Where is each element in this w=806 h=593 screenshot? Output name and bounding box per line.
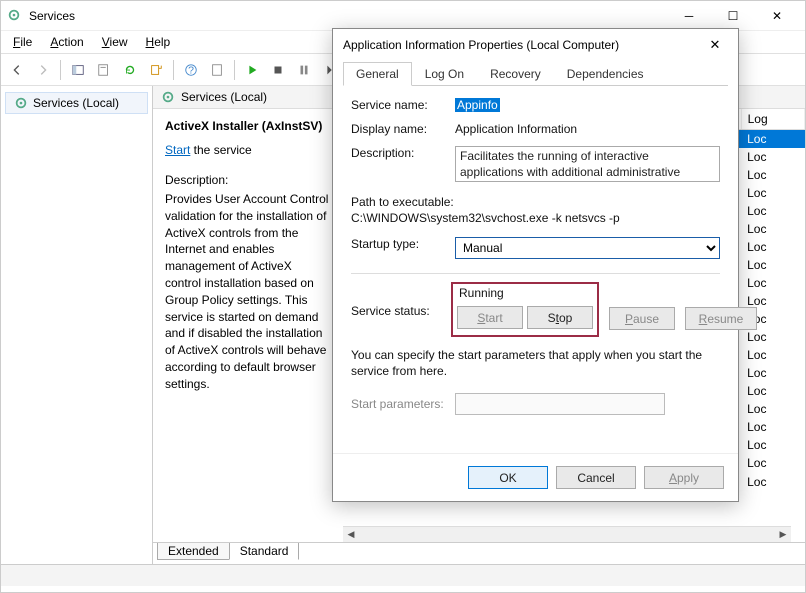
start-params-input <box>455 393 665 415</box>
close-button[interactable]: ✕ <box>755 2 799 30</box>
minimize-button[interactable]: ─ <box>667 2 711 30</box>
description-body: Provides User Account Control validation… <box>165 191 331 393</box>
scroll-right-icon[interactable]: ▶ <box>775 527 791 543</box>
export-button[interactable] <box>144 58 168 82</box>
col-logon[interactable]: Log <box>741 109 804 130</box>
pause-button: Pause <box>609 307 675 330</box>
label-path: Path to executable: <box>351 195 720 209</box>
dialog-titlebar[interactable]: Application Information Properties (Loca… <box>333 29 738 61</box>
tree-item-services-local[interactable]: Services (Local) <box>5 92 148 114</box>
value-service-status: Running <box>457 286 593 300</box>
titlebar[interactable]: Services ─ ☐ ✕ <box>1 1 805 31</box>
forward-button[interactable] <box>31 58 55 82</box>
services-icon <box>7 8 23 24</box>
label-description: Description: <box>351 146 455 160</box>
pane-header-label: Services (Local) <box>181 90 267 104</box>
menu-help[interactable]: Help <box>138 33 179 51</box>
tab-dependencies[interactable]: Dependencies <box>554 62 657 86</box>
help-button[interactable]: ? <box>179 58 203 82</box>
cancel-button[interactable]: Cancel <box>556 466 636 489</box>
dialog-body: Service name: Appinfo Display name: Appl… <box>333 86 738 453</box>
description-panel: ActiveX Installer (AxInstSV) Start the s… <box>153 109 343 542</box>
menu-view[interactable]: View <box>94 33 136 51</box>
left-tree: Services (Local) <box>1 86 153 564</box>
tab-general[interactable]: General <box>343 62 412 86</box>
window-title: Services <box>29 9 667 23</box>
startup-type-select[interactable]: Manual <box>455 237 720 259</box>
label-start-params: Start parameters: <box>351 397 455 411</box>
tab-extended[interactable]: Extended <box>157 543 230 560</box>
bottom-tabs: Extended Standard <box>153 542 805 564</box>
tab-standard[interactable]: Standard <box>229 543 300 560</box>
label-service-status: Service status: <box>351 304 455 318</box>
apply-button: Apply <box>644 466 724 489</box>
dialog-footer: OK Cancel Apply <box>333 453 738 501</box>
label-startup-type: Startup type: <box>351 237 455 251</box>
value-description[interactable]: Facilitates the running of interactive a… <box>455 146 720 182</box>
value-display-name: Application Information <box>455 122 720 136</box>
tab-recovery[interactable]: Recovery <box>477 62 554 86</box>
stop-button[interactable]: Stop <box>527 306 593 329</box>
ok-button[interactable]: OK <box>468 466 548 489</box>
menu-file[interactable]: File <box>5 33 40 51</box>
menu-action[interactable]: Action <box>42 33 91 51</box>
refresh-button[interactable] <box>118 58 142 82</box>
dialog-tabs: General Log On Recovery Dependencies <box>343 61 728 86</box>
start-suffix: the service <box>190 143 251 157</box>
hint-text: You can specify the start parameters tha… <box>351 347 720 379</box>
properties2-button[interactable] <box>205 58 229 82</box>
value-service-name[interactable]: Appinfo <box>455 98 500 112</box>
tab-logon[interactable]: Log On <box>412 62 477 86</box>
show-hide-tree-button[interactable] <box>66 58 90 82</box>
tree-item-label: Services (Local) <box>33 96 119 110</box>
maximize-button[interactable]: ☐ <box>711 2 755 30</box>
pause-service-button[interactable] <box>292 58 316 82</box>
stop-service-button[interactable] <box>266 58 290 82</box>
horizontal-scrollbar[interactable]: ◀ ▶ <box>343 526 791 542</box>
description-label: Description: <box>165 173 331 187</box>
start-button: Start <box>457 306 523 329</box>
selected-service-title: ActiveX Installer (AxInstSV) <box>165 119 331 133</box>
status-highlight-box: Running Start Stop <box>451 282 599 337</box>
value-path: C:\WINDOWS\system32\svchost.exe -k netsv… <box>351 211 720 225</box>
start-link[interactable]: Start <box>165 143 190 157</box>
resume-button: Resume <box>685 307 757 330</box>
start-service-button[interactable] <box>240 58 264 82</box>
scroll-left-icon[interactable]: ◀ <box>343 527 359 543</box>
back-button[interactable] <box>5 58 29 82</box>
dialog-close-button[interactable]: ✕ <box>702 37 728 53</box>
label-service-name: Service name: <box>351 98 455 112</box>
dialog-title-text: Application Information Properties (Loca… <box>343 38 702 52</box>
svg-text:?: ? <box>188 64 194 76</box>
properties-dialog[interactable]: Application Information Properties (Loca… <box>332 28 739 502</box>
statusbar <box>1 564 805 586</box>
label-display-name: Display name: <box>351 122 455 136</box>
properties-button[interactable] <box>92 58 116 82</box>
